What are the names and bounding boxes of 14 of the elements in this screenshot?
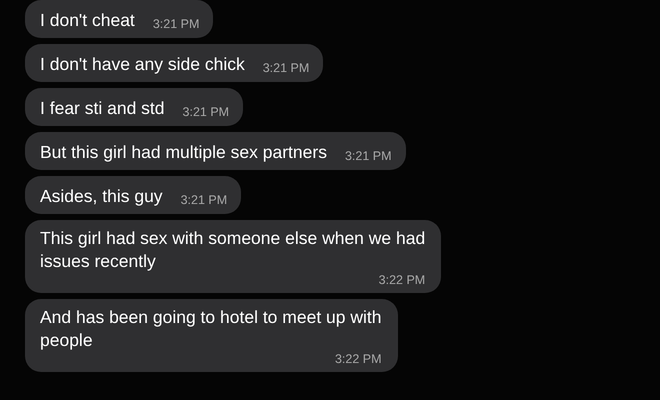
message-text: And has been going to hotel to meet up with people <box>40 306 382 352</box>
message-time: 3:21 PM <box>180 193 228 208</box>
message-time: 3:22 PM <box>378 273 426 288</box>
message-text: I fear sti and std <box>40 97 165 120</box>
message-text: I don't have any side chick <box>40 53 245 76</box>
message-time: 3:22 PM <box>334 352 382 367</box>
message-text: This girl had sex with someone else when we had issues recently <box>40 227 426 273</box>
message-time: 3:21 PM <box>152 17 200 32</box>
message-text: But this girl had multiple sex partners <box>40 141 327 164</box>
message-time: 3:21 PM <box>262 61 310 76</box>
message-text: Asides, this guy <box>40 185 163 208</box>
message-time: 3:21 PM <box>182 105 230 120</box>
message-text: I don't cheat <box>40 9 135 32</box>
message-time: 3:21 PM <box>344 149 392 164</box>
